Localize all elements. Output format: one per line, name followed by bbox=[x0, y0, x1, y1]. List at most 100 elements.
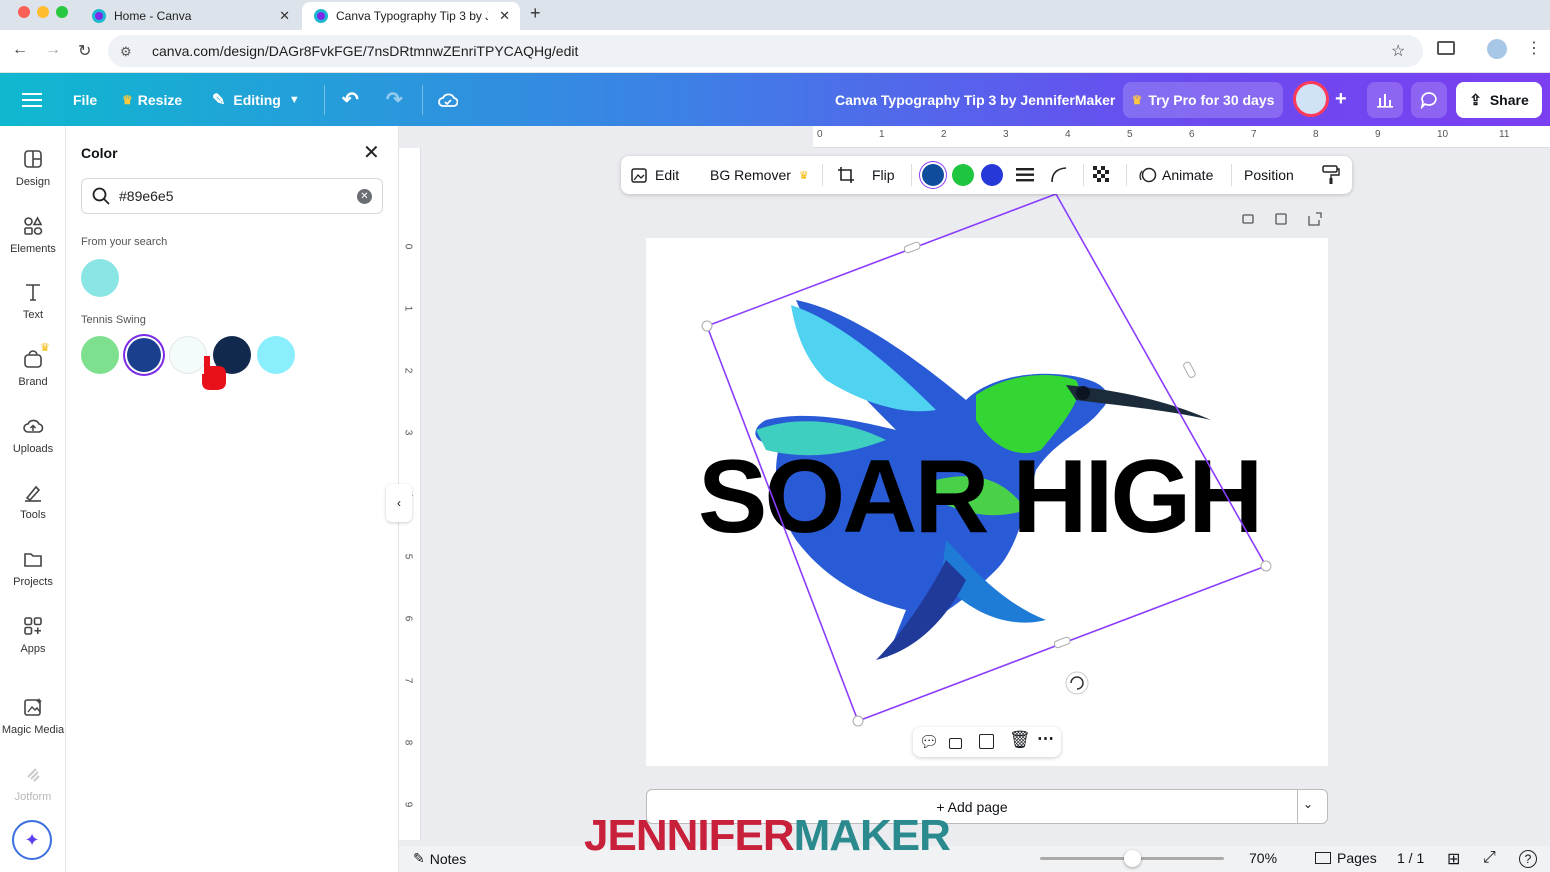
edit-image-button[interactable]: Edit bbox=[631, 156, 679, 194]
crop-button[interactable] bbox=[837, 156, 855, 194]
new-tab-button[interactable]: + bbox=[530, 3, 541, 24]
flip-button[interactable]: Flip bbox=[872, 156, 895, 194]
chevron-down-icon[interactable]: ⌄ bbox=[1303, 797, 1313, 811]
share-button[interactable]: ⇪ Share bbox=[1456, 82, 1542, 118]
url-field[interactable]: ⚙ canva.com/design/DAGr8FvkFGE/7nsDRtmnw… bbox=[108, 35, 1423, 67]
color-search-input[interactable]: #89e6e5 ✕ bbox=[81, 178, 383, 214]
ruler-tick-label: 2 bbox=[402, 367, 414, 374]
back-arrow-icon[interactable]: ← bbox=[12, 41, 28, 59]
ruler-tick-label: 9 bbox=[402, 801, 414, 808]
transparency-button[interactable] bbox=[1093, 156, 1111, 194]
duplicate-page-icon[interactable] bbox=[1275, 213, 1287, 225]
clear-search-icon[interactable]: ✕ bbox=[357, 189, 372, 204]
more-options-icon[interactable]: ⋯ bbox=[1037, 729, 1054, 749]
magic-assistant-button[interactable]: ✦ bbox=[12, 820, 52, 860]
lock-page-icon[interactable] bbox=[1242, 214, 1254, 224]
image-color-swatch-3[interactable] bbox=[981, 164, 1003, 186]
ruler-tick-label: 2 bbox=[941, 129, 947, 140]
insights-chart-icon[interactable] bbox=[1367, 82, 1403, 118]
browser-tab-bar: Home - Canva ✕ Canva Typography Tip 3 by… bbox=[0, 0, 1550, 30]
resize-handle[interactable] bbox=[701, 320, 713, 332]
resize-handle[interactable] bbox=[903, 241, 921, 254]
ruler-tick-label: 10 bbox=[1437, 129, 1449, 140]
rail-item-uploads[interactable]: Uploads bbox=[0, 415, 66, 455]
resize-handle[interactable] bbox=[1183, 361, 1197, 378]
top-ruler: 0 1 2 3 4 5 6 7 8 9 10 11 bbox=[813, 126, 1550, 148]
border-style-icon bbox=[1016, 168, 1034, 182]
palette-swatch-selected[interactable] bbox=[125, 336, 163, 374]
collapse-panel-button[interactable]: ‹ bbox=[386, 484, 412, 522]
search-color-swatch[interactable] bbox=[81, 259, 119, 297]
ruler-tick-label: 0 bbox=[402, 243, 414, 250]
browser-menu-icon[interactable]: ⋮ bbox=[1526, 38, 1542, 58]
rail-item-brand[interactable]: ♛ Brand bbox=[0, 342, 66, 388]
user-avatar[interactable] bbox=[1293, 81, 1329, 117]
zoom-slider-thumb[interactable] bbox=[1124, 850, 1141, 867]
rail-item-apps[interactable]: Apps bbox=[0, 615, 66, 655]
headline-text[interactable]: SOAR HIGH bbox=[698, 439, 1263, 555]
corner-rounding-button[interactable] bbox=[1050, 156, 1068, 194]
animate-button[interactable]: Animate bbox=[1139, 156, 1213, 194]
add-page-icon[interactable] bbox=[1308, 212, 1322, 226]
browser-tab-design[interactable]: Canva Typography Tip 3 by J ✕ bbox=[302, 2, 520, 30]
copy-style-button[interactable] bbox=[1322, 156, 1340, 194]
forward-arrow-icon[interactable]: → bbox=[45, 41, 61, 59]
duplicate-icon[interactable] bbox=[979, 734, 994, 749]
cast-icon[interactable] bbox=[1437, 41, 1455, 55]
rail-item-magic-media[interactable]: Magic Media bbox=[0, 696, 66, 736]
paint-roller-icon bbox=[1322, 165, 1340, 184]
fullscreen-icon[interactable]: ⤢ bbox=[1483, 849, 1496, 867]
image-color-swatch-1[interactable] bbox=[922, 164, 944, 186]
rail-item-design[interactable]: Design bbox=[0, 148, 66, 188]
rail-item-elements[interactable]: Elements bbox=[0, 215, 66, 255]
close-window-button[interactable] bbox=[18, 6, 30, 18]
grid-view-icon[interactable]: ⊞ bbox=[1447, 849, 1460, 869]
lock-icon[interactable] bbox=[949, 738, 962, 749]
palette-swatch[interactable] bbox=[257, 336, 295, 374]
rail-item-jotform[interactable]: Jotform bbox=[0, 763, 66, 803]
browser-tab-home[interactable]: Home - Canva ✕ bbox=[80, 2, 300, 30]
try-pro-button[interactable]: ♛ Try Pro for 30 days bbox=[1123, 82, 1283, 118]
divider bbox=[324, 85, 325, 115]
rail-item-tools[interactable]: Tools bbox=[0, 481, 66, 521]
sparkle-icon: ✦ bbox=[24, 829, 40, 850]
design-title[interactable]: Canva Typography Tip 3 by JenniferMaker bbox=[835, 73, 1115, 126]
animate-icon bbox=[1139, 167, 1157, 183]
position-button[interactable]: Position bbox=[1244, 156, 1294, 194]
border-style-button[interactable] bbox=[1016, 156, 1034, 194]
comment-icon[interactable] bbox=[1411, 82, 1447, 118]
minimize-window-button[interactable] bbox=[37, 6, 49, 18]
notes-button[interactable]: ✎ Notes bbox=[413, 850, 466, 867]
bg-remover-button[interactable]: BG Remover ♛ bbox=[710, 156, 809, 194]
close-panel-icon[interactable]: ✕ bbox=[363, 140, 380, 165]
bookmark-star-icon[interactable]: ☆ bbox=[1391, 41, 1405, 61]
rotate-handle[interactable] bbox=[1065, 671, 1089, 695]
close-tab-icon[interactable]: ✕ bbox=[279, 8, 290, 24]
cloud-save-icon[interactable] bbox=[438, 73, 458, 126]
add-comment-icon[interactable]: 💬︎ bbox=[919, 732, 939, 752]
image-color-swatch-2[interactable] bbox=[952, 164, 974, 186]
help-icon[interactable]: ? bbox=[1519, 850, 1537, 868]
main-menu-icon[interactable] bbox=[22, 73, 42, 126]
maximize-window-button[interactable] bbox=[56, 6, 68, 18]
zoom-slider[interactable] bbox=[1040, 850, 1224, 867]
pages-button[interactable]: Pages bbox=[1315, 850, 1377, 866]
editing-mode-button[interactable]: ✎ Editing ▼ bbox=[212, 73, 300, 126]
rail-item-projects[interactable]: Projects bbox=[0, 548, 66, 588]
redo-icon[interactable]: ↷ bbox=[386, 73, 403, 126]
resize-button[interactable]: ♛ Resize bbox=[122, 73, 182, 126]
file-menu[interactable]: File bbox=[73, 73, 97, 126]
resize-handle[interactable] bbox=[1260, 560, 1272, 572]
resize-handle[interactable] bbox=[1053, 636, 1071, 649]
site-settings-icon[interactable]: ⚙ bbox=[120, 44, 138, 59]
palette-swatch[interactable] bbox=[81, 336, 119, 374]
close-tab-icon[interactable]: ✕ bbox=[499, 8, 510, 24]
trash-icon[interactable]: 🗑︎ bbox=[1009, 730, 1031, 750]
reload-icon[interactable]: ↻ bbox=[78, 41, 91, 61]
invite-plus-icon[interactable]: + bbox=[1335, 73, 1347, 126]
undo-icon[interactable]: ↶ bbox=[342, 73, 359, 126]
resize-handle[interactable] bbox=[852, 715, 864, 727]
profile-avatar[interactable] bbox=[1487, 39, 1507, 59]
zoom-level[interactable]: 70% bbox=[1249, 850, 1277, 866]
rail-item-text[interactable]: Text bbox=[0, 281, 66, 321]
